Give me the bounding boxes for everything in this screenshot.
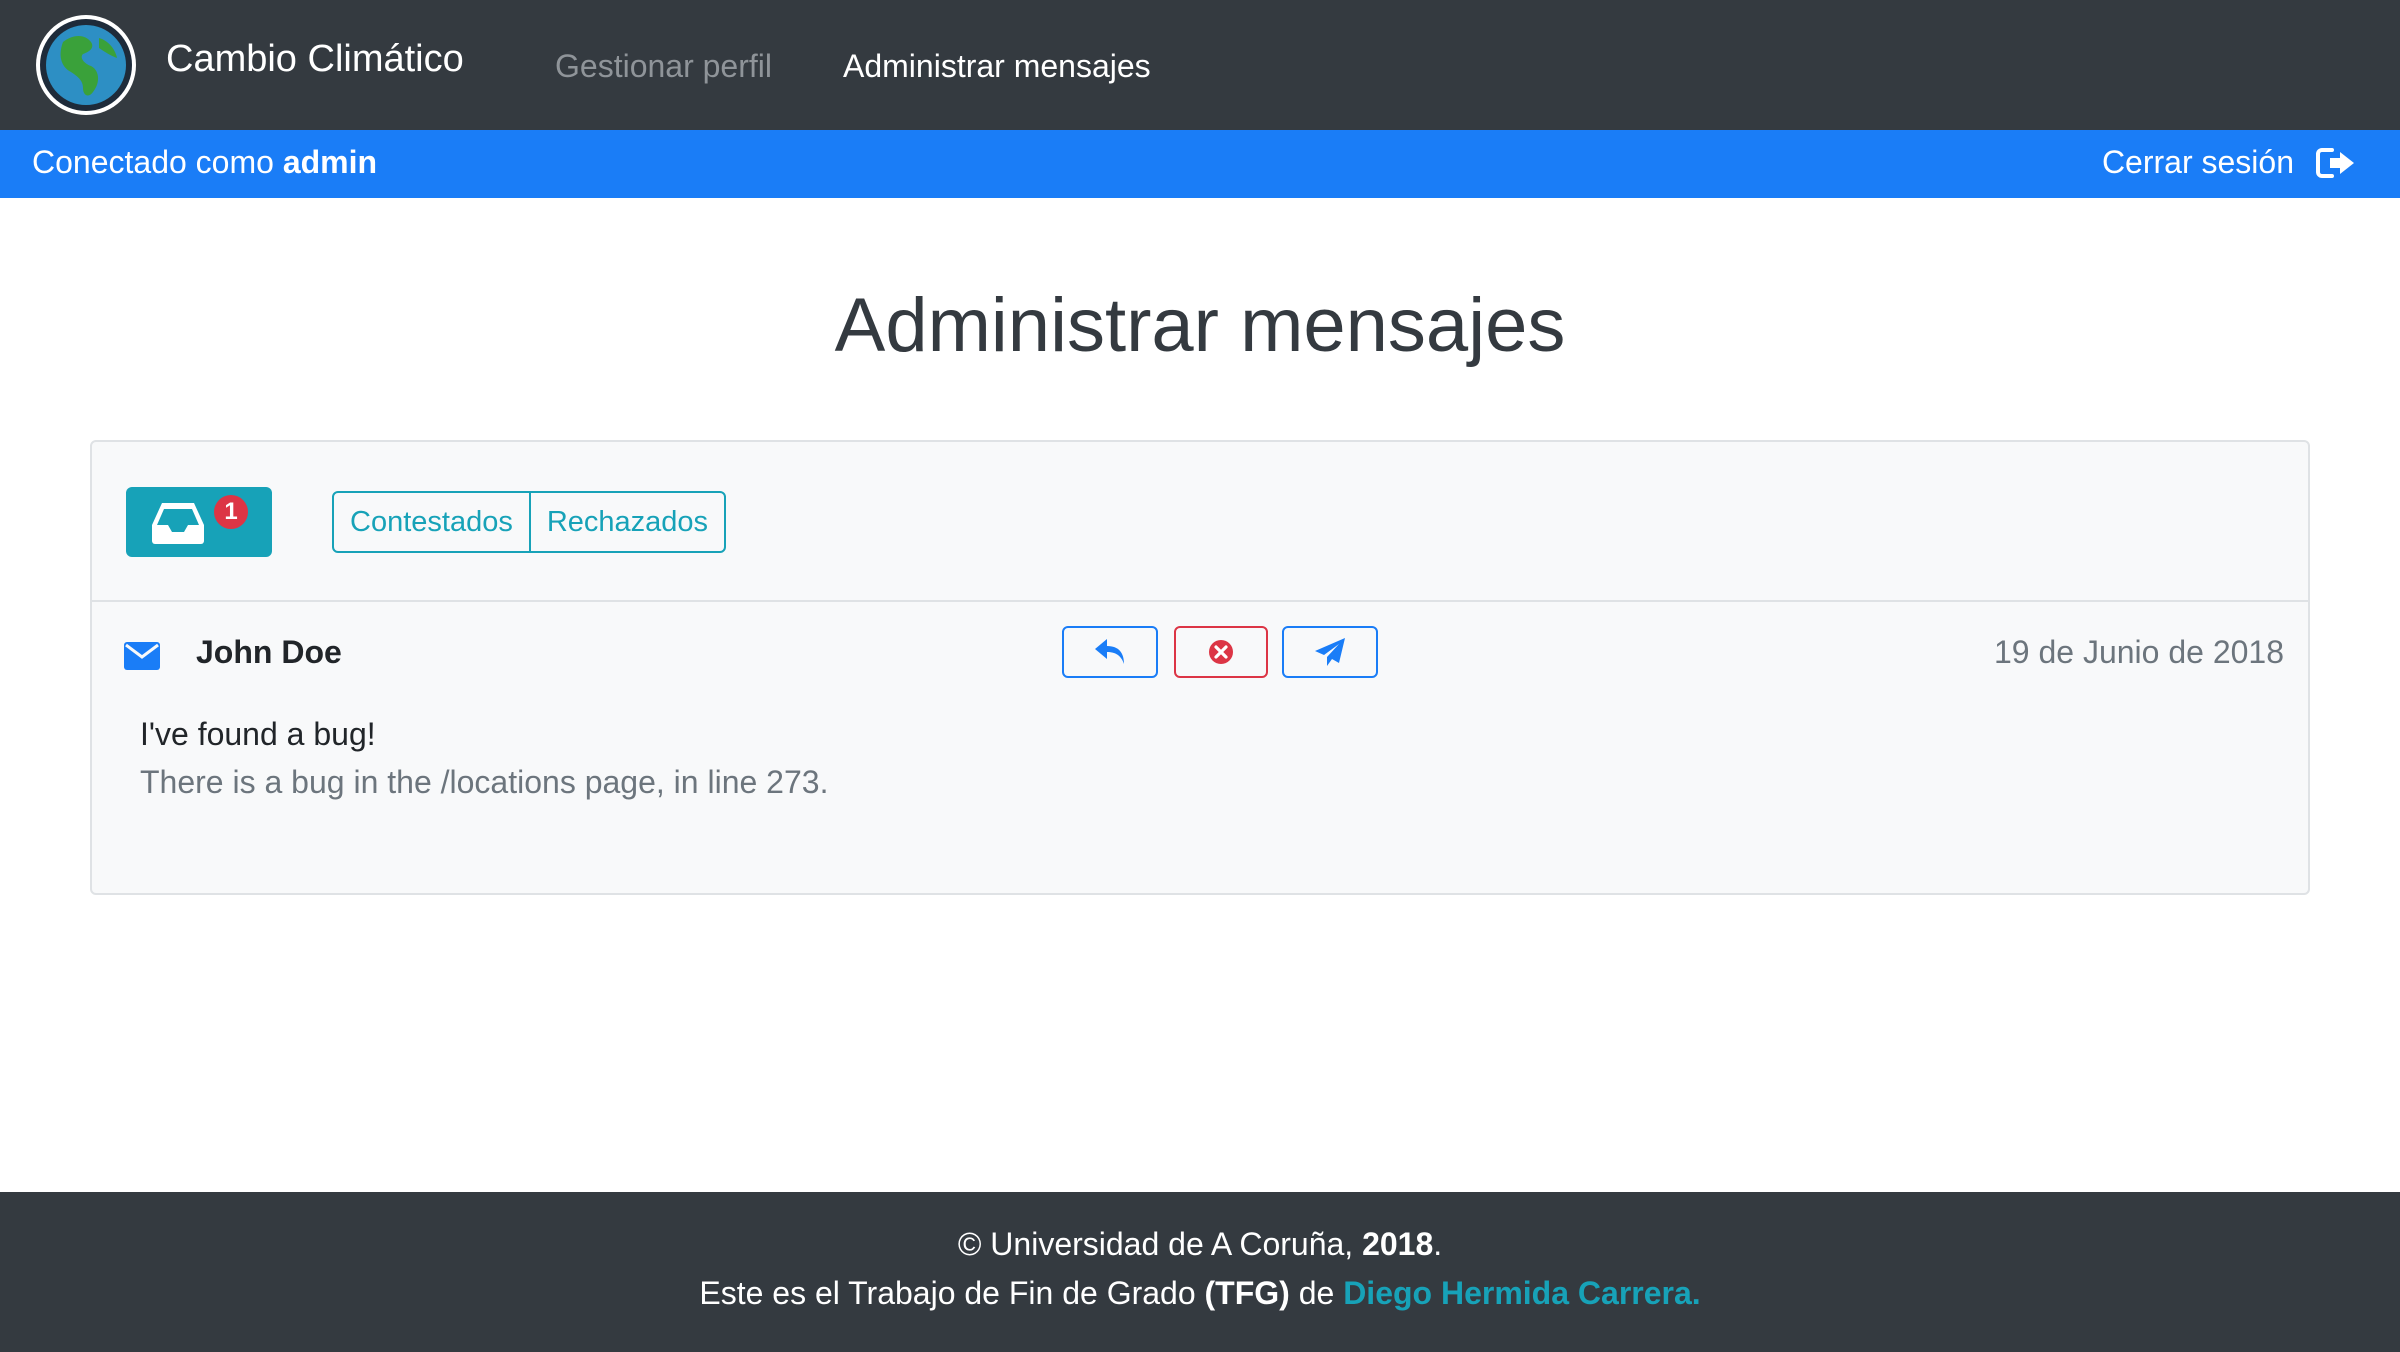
envelope-icon (124, 642, 160, 670)
sign-out-icon (2316, 147, 2354, 178)
page-title: Administrar mensajes (834, 283, 1566, 368)
messages-card: 1 Contestados Rechazados John Doe 19 de … (90, 440, 2310, 895)
logged-in-username: admin (282, 144, 378, 180)
session-bar: Conectado como admin Cerrar sesión (0, 130, 2400, 198)
inbox-button[interactable]: 1 (126, 487, 272, 557)
message-subject: I've found a bug! (140, 716, 376, 752)
reply-icon (1095, 639, 1124, 664)
message-body: There is a bug in the /locations page, i… (140, 764, 829, 800)
footer-copyright: © Universidad de A Coruña, 2018. (0, 1226, 2400, 1263)
reject-icon (1209, 640, 1233, 664)
reply-button[interactable] (1062, 626, 1158, 678)
reject-button[interactable] (1174, 626, 1268, 678)
nav-link-manage-messages[interactable]: Administrar mensajes (843, 48, 1151, 85)
brand-title[interactable]: Cambio Climático (166, 38, 464, 81)
filter-rejected-button[interactable]: Rechazados (528, 493, 724, 551)
logout-label: Cerrar sesión (2101, 144, 2294, 180)
globe-icon[interactable] (33, 12, 139, 118)
inbox-icon (152, 503, 204, 544)
nav-link-manage-profile[interactable]: Gestionar perfil (555, 48, 772, 85)
send-icon (1315, 638, 1345, 666)
logged-in-prefix: Conectado como (32, 144, 274, 180)
credits-de: de (1298, 1275, 1335, 1311)
message-date: 19 de Junio de 2018 (1993, 634, 2284, 670)
top-navbar: Cambio Climático Gestionar perfil Admini… (0, 0, 2400, 130)
footer-credits: Este es el Trabajo de Fin de Grado (TFG)… (0, 1275, 2400, 1312)
card-header: 1 Contestados Rechazados (92, 442, 2308, 602)
credits-tfg: (TFG) (1204, 1275, 1290, 1311)
copyright-text: © Universidad de A Coruña, (957, 1226, 1354, 1262)
unread-count-badge: 1 (214, 495, 248, 529)
copyright-period: . (1433, 1226, 1443, 1262)
message-sender: John Doe (196, 634, 342, 670)
copyright-year: 2018 (1362, 1226, 1434, 1262)
logout-button[interactable]: Cerrar sesión (2102, 144, 2356, 181)
logged-in-label: Conectado como admin (32, 144, 377, 181)
filter-button-group: Contestados Rechazados (332, 491, 727, 553)
send-button[interactable] (1282, 626, 1378, 678)
filter-answered-button[interactable]: Contestados (334, 493, 529, 551)
author-link[interactable]: Diego Hermida Carrera. (1343, 1275, 1700, 1311)
credits-prefix: Este es el Trabajo de Fin de Grado (699, 1275, 1196, 1311)
footer: © Universidad de A Coruña, 2018. Este es… (0, 1192, 2400, 1352)
